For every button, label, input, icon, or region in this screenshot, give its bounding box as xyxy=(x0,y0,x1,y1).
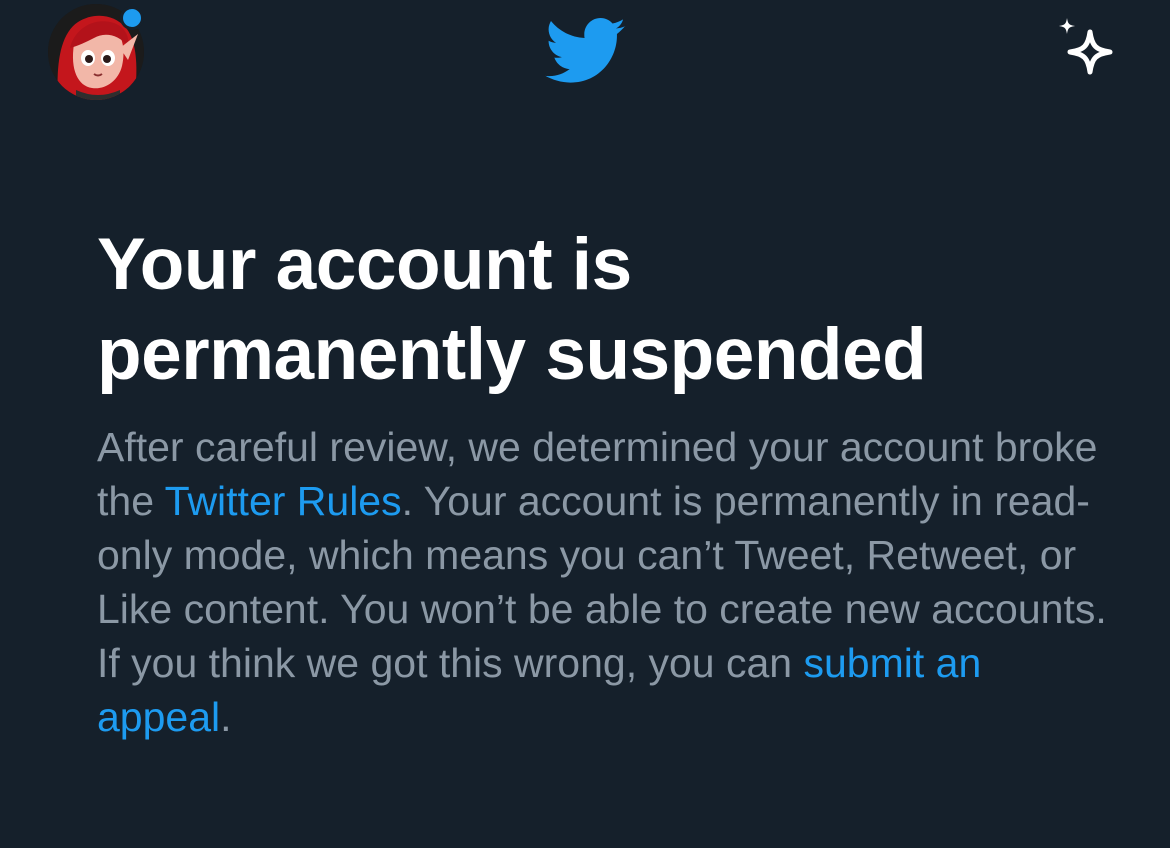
body-text-end: . xyxy=(220,694,232,740)
top-bar xyxy=(0,0,1170,120)
suspension-notice: Your account is permanently suspended Af… xyxy=(97,220,1107,744)
title-line-2: permanently suspended xyxy=(97,314,927,395)
twitter-rules-link[interactable]: Twitter Rules xyxy=(165,478,402,524)
avatar-button[interactable] xyxy=(48,4,146,102)
notice-body: After careful review, we determined your… xyxy=(97,420,1107,744)
sparkle-icon[interactable] xyxy=(1054,16,1120,82)
twitter-bird-icon[interactable] xyxy=(544,18,628,86)
title-line-1: Your account is xyxy=(97,224,632,305)
notification-dot xyxy=(120,6,144,30)
page-title: Your account is permanently suspended xyxy=(97,220,1107,400)
